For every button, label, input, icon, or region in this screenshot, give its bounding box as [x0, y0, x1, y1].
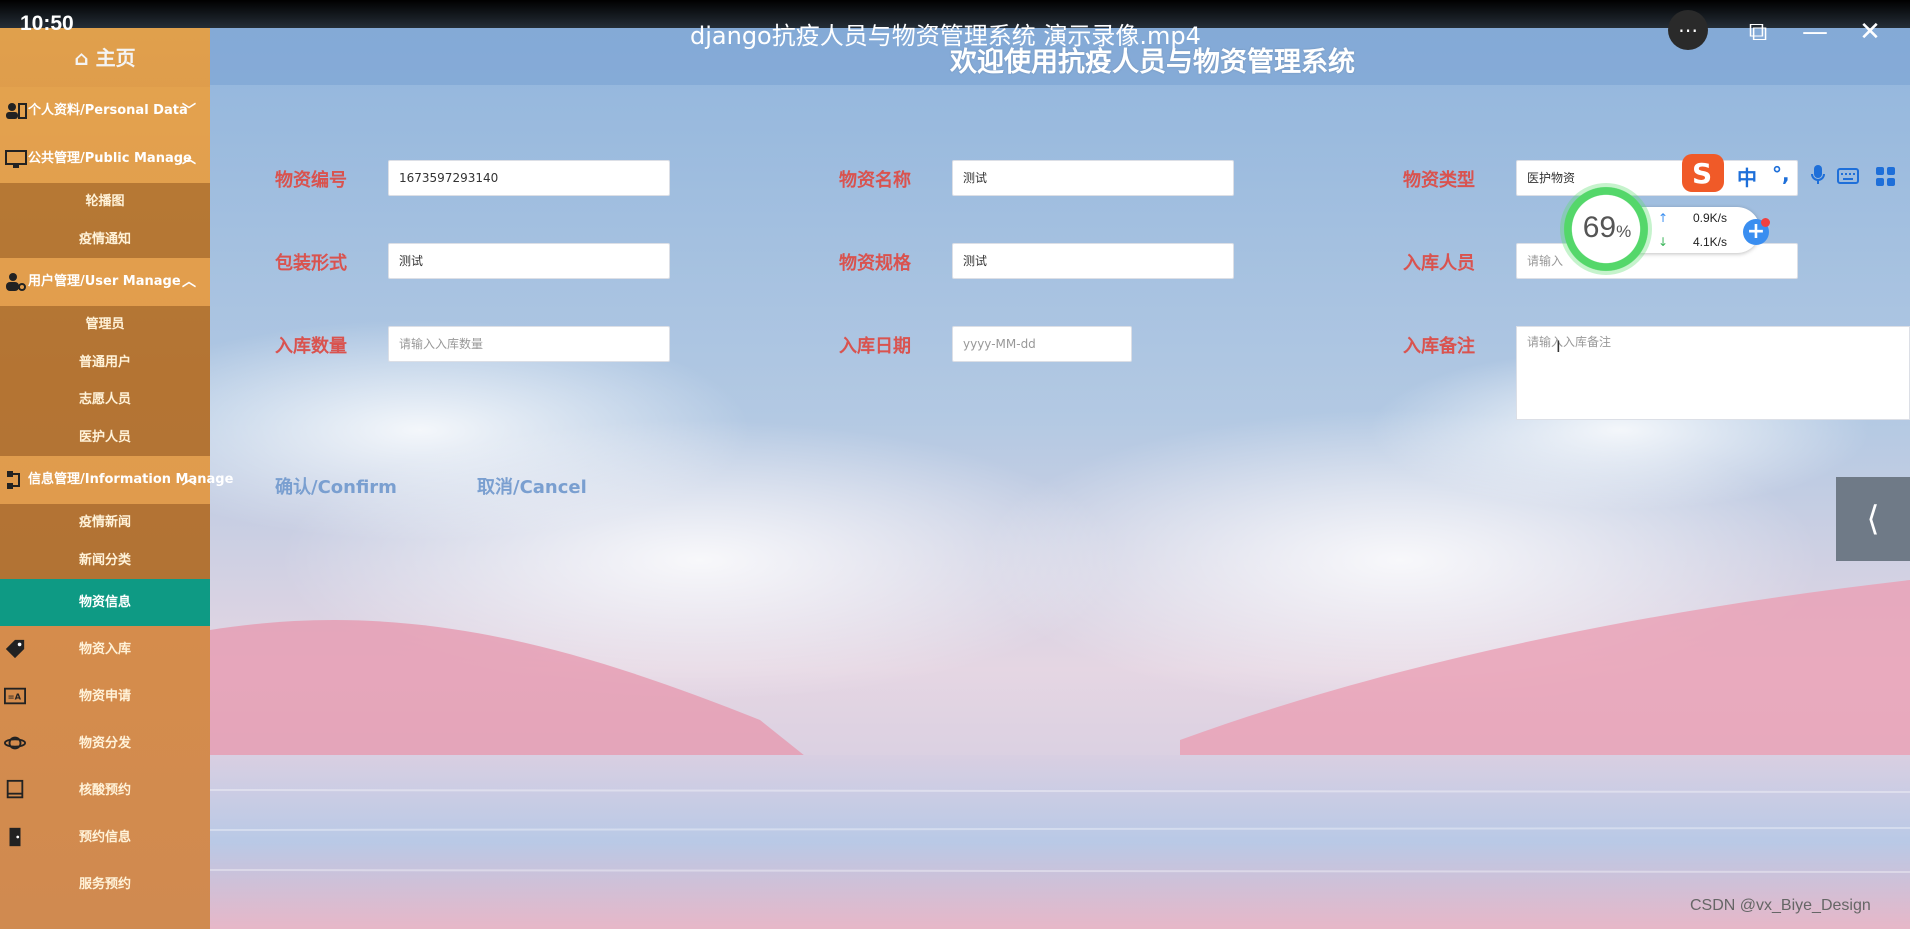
svg-text:=A: =A: [8, 692, 22, 702]
note-textarea[interactable]: 请输入入库备注: [1516, 326, 1910, 420]
chevron-up-icon: ︿: [182, 274, 196, 290]
text-cursor-icon: I: [1556, 337, 1561, 356]
more-button[interactable]: ⋯: [1668, 10, 1708, 50]
sidebar-item-stock-in[interactable]: 物资入库: [0, 626, 210, 673]
qty-input[interactable]: 请输入入库数量: [388, 326, 670, 362]
minimize-button[interactable]: —: [1795, 12, 1835, 52]
name-input[interactable]: 测试: [952, 160, 1234, 196]
monitor-icon: [5, 150, 27, 168]
upload-speed: 0.9K/s: [1693, 211, 1728, 225]
sidebar-item-users[interactable]: 普通用户: [0, 344, 210, 382]
sidebar-item-medics[interactable]: 医护人员: [0, 419, 210, 457]
sidebar-home[interactable]: ⌂ 主页: [0, 28, 210, 87]
sidebar-item-news[interactable]: 疫情新闻: [0, 504, 210, 542]
confirm-button[interactable]: 确认/Confirm: [275, 473, 397, 499]
sidebar-item-supplies[interactable]: 物资信息: [0, 579, 210, 626]
date-label: 入库日期: [839, 336, 911, 357]
submenu-info: 疫情新闻 新闻分类 物资信息: [0, 504, 210, 626]
code-input[interactable]: 1673597293140: [388, 160, 670, 196]
translate-icon: =A: [4, 687, 26, 705]
download-arrow-icon: ↓: [1658, 235, 1669, 249]
sidebar-group-personal[interactable]: 个人资料/Personal Data ﹀: [0, 87, 210, 135]
video-title-bar: 10:50 django抗疫人员与物资管理系统 演示录像.mp4 ⋯ ⧉ — ✕: [0, 0, 1910, 50]
sidebar-item-apply[interactable]: =A 物资申请: [0, 673, 210, 720]
clock: 10:50: [20, 12, 74, 35]
video-title: django抗疫人员与物资管理系统 演示录像.mp4: [690, 22, 1201, 50]
code-label: 物资编号: [275, 170, 347, 191]
chevron-up-icon: ︿: [182, 472, 196, 488]
date-picker[interactable]: yyyy-MM-dd: [952, 326, 1132, 362]
sidebar-item-reservations[interactable]: 预约信息: [0, 814, 210, 861]
sidebar-group-label: 用户管理/User Manage: [28, 274, 181, 289]
submenu-public: 轮播图 疫情通知: [0, 183, 210, 258]
book-icon: [6, 779, 24, 799]
apps-icon[interactable]: [1876, 167, 1896, 187]
upload-arrow-icon: ↑: [1658, 211, 1669, 225]
note-label: 入库备注: [1403, 336, 1475, 357]
door-icon: [9, 827, 21, 847]
pack-input[interactable]: 测试: [388, 243, 670, 279]
notification-dot: [1761, 218, 1770, 227]
sidebar-item-nucleic[interactable]: 核酸预约: [0, 767, 210, 814]
sidebar-group-info[interactable]: 信息管理/Information Manage ︿: [0, 456, 233, 504]
chevron-up-icon: ︿: [182, 151, 196, 167]
sidebar-group-public[interactable]: 公共管理/Public Manage ︿: [0, 135, 210, 183]
keyboard-icon[interactable]: [1837, 168, 1859, 184]
memory-percent: 69%: [1582, 211, 1632, 244]
user-gear-icon: [6, 273, 26, 291]
user-card-icon: [6, 103, 27, 119]
sidebar-item-service[interactable]: 服务预约: [0, 861, 210, 908]
spec-input[interactable]: 测试: [952, 243, 1234, 279]
network-speed-widget[interactable]: 69% ↑ 0.9K/s ↓ 4.1K/s +: [1560, 183, 1775, 275]
pack-label: 包装形式: [275, 253, 347, 274]
picture-in-picture-button[interactable]: ⧉: [1738, 12, 1778, 52]
type-label: 物资类型: [1403, 170, 1475, 191]
background-scene: [0, 0, 1910, 929]
watermark: CSDN @vx_Biye_Design: [1690, 897, 1871, 914]
qty-label: 入库数量: [275, 336, 347, 357]
sidebar-item-notice[interactable]: 疫情通知: [0, 221, 210, 259]
chevron-down-icon: ﹀: [182, 103, 196, 119]
spec-label: 物资规格: [839, 253, 911, 274]
sidebar-group-label: 信息管理/Information Manage: [28, 472, 234, 487]
mic-icon[interactable]: [1811, 165, 1825, 185]
sidebar-group-label: 公共管理/Public Manage: [28, 151, 192, 166]
sidebar-item-news-category[interactable]: 新闻分类: [0, 542, 210, 580]
sidebar-group-label: 个人资料/Personal Data: [28, 103, 188, 118]
close-button[interactable]: ✕: [1850, 12, 1890, 52]
download-speed: 4.1K/s: [1693, 235, 1728, 249]
cancel-button[interactable]: 取消/Cancel: [477, 473, 587, 499]
sidebar-item-volunteers[interactable]: 志愿人员: [0, 381, 210, 419]
planet-icon: [4, 736, 26, 750]
sidebar-item-distribute[interactable]: 物资分发: [0, 720, 210, 767]
sidebar: ⌂ 主页 个人资料/Personal Data ﹀ 公共管理/Public Ma…: [0, 28, 233, 929]
tag-icon: [5, 639, 25, 659]
chevron-left-icon: ⟨: [1866, 499, 1880, 539]
flow-icon: [7, 471, 20, 489]
sidebar-item-carousel[interactable]: 轮播图: [0, 183, 210, 221]
sidebar-item-admin[interactable]: 管理员: [0, 306, 210, 344]
submenu-user: 管理员 普通用户 志愿人员 医护人员: [0, 306, 210, 456]
sidebar-group-user[interactable]: 用户管理/User Manage ︿: [0, 258, 210, 306]
drawer-toggle-button[interactable]: ⟨: [1836, 477, 1910, 561]
name-label: 物资名称: [839, 170, 911, 191]
person-label: 入库人员: [1403, 253, 1475, 274]
